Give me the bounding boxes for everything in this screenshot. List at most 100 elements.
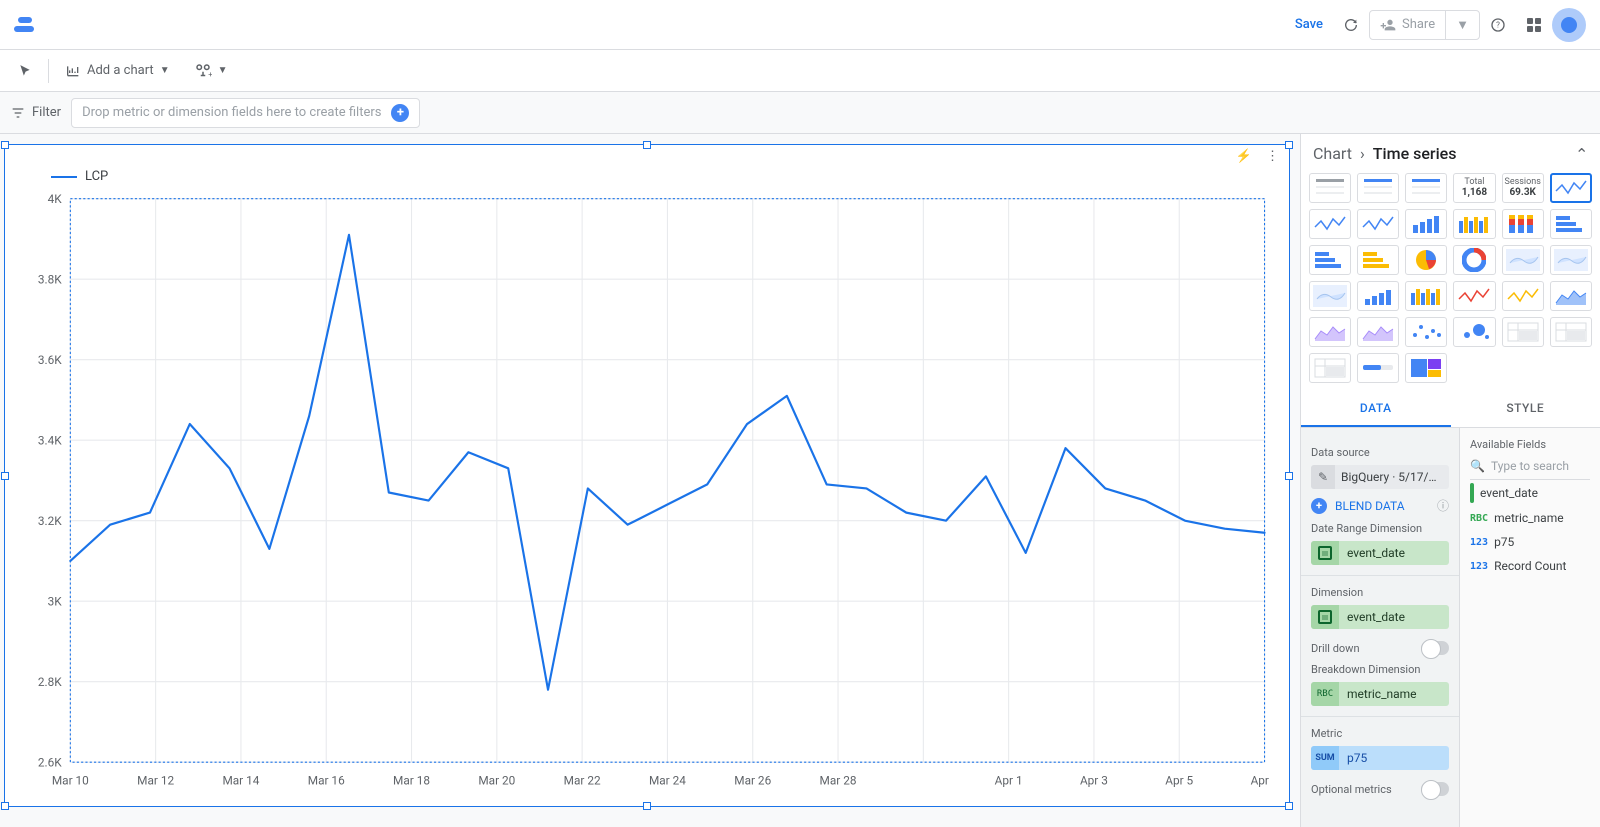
chart-type-scorecard[interactable]: Total1,168 [1453,173,1495,203]
collapse-panel-button[interactable]: ⌄ [1575,144,1588,163]
chart-type-pivot[interactable] [1550,317,1592,347]
tab-data[interactable]: DATA [1301,391,1451,427]
chart-type-timeseries[interactable] [1550,173,1592,203]
refresh-button[interactable] [1333,7,1369,43]
community-viz-icon: + [194,62,212,80]
legend-label: LCP [85,169,108,184]
svg-text:Apr 5: Apr 5 [1165,773,1193,787]
chart-type-donut[interactable] [1453,245,1495,275]
filter-dropzone[interactable]: Drop metric or dimension fields here to … [71,98,420,128]
realtime-icon[interactable]: ⚡ [1236,149,1252,164]
resize-handle[interactable] [643,141,651,149]
svg-text:Mar 12: Mar 12 [137,773,174,787]
chart-type-bar[interactable] [1453,209,1495,239]
chart-type-combo[interactable] [1357,281,1399,311]
chart-type-scatter[interactable] [1405,317,1447,347]
apps-icon [1527,18,1541,32]
svg-text:Mar 20: Mar 20 [478,773,515,787]
svg-text:Mar 14: Mar 14 [222,773,259,787]
chart-type-pivot[interactable] [1502,317,1544,347]
chart-type-bar-stacked[interactable] [1502,209,1544,239]
filter-bar: Filter Drop metric or dimension fields h… [0,92,1600,134]
chart-type-bar[interactable] [1405,209,1447,239]
chart-type-area[interactable] [1550,281,1592,311]
field-event-date[interactable]: event_date [1470,480,1590,506]
chart-type-area[interactable] [1357,317,1399,347]
chart-type-geo[interactable] [1550,245,1592,275]
svg-text:Mar 18: Mar 18 [393,773,430,787]
chart-type-pivot[interactable] [1309,353,1351,383]
help-icon: ? [1490,15,1506,35]
dimension-chip[interactable]: event_date [1311,605,1449,629]
chart-type-hbar[interactable] [1309,245,1351,275]
resize-handle[interactable] [1,141,9,149]
field-p75[interactable]: 123p75 [1470,530,1590,554]
select-tool[interactable] [10,60,40,82]
resize-handle[interactable] [1285,141,1293,149]
chart-type-geo[interactable] [1309,281,1351,311]
tab-style[interactable]: STYLE [1451,391,1600,427]
chart-type-table[interactable] [1357,173,1399,203]
chart-type-area[interactable] [1309,317,1351,347]
chart-type-table[interactable] [1309,173,1351,203]
apps-button[interactable] [1516,7,1552,43]
resize-handle[interactable] [1,472,9,480]
resize-handle[interactable] [1285,472,1293,480]
chart-type-treemap[interactable] [1405,353,1447,383]
chart-type-line[interactable] [1453,281,1495,311]
data-source-chip[interactable]: ✎ BigQuery · 5/17/2… [1311,465,1449,489]
chart-type-combo[interactable] [1405,281,1447,311]
chart-type-hbar[interactable] [1550,209,1592,239]
calendar-icon [1470,485,1474,501]
chart-type-smooth[interactable] [1357,209,1399,239]
legend-swatch [51,176,77,178]
properties-panel: Chart › Time series ⌄ Total1,168Sessions… [1300,134,1600,827]
app-logo [14,13,38,37]
panel-breadcrumb: Chart › Time series ⌄ [1301,134,1600,173]
data-config: Data source ✎ BigQuery · 5/17/2… + BLEND… [1301,428,1460,827]
add-chart-button[interactable]: Add a chart▼ [57,59,178,83]
selected-chart[interactable]: ⚡ ⋮ LCP 2.6K2.8K3K3.2K3.4K3.6K3.8K4KMar … [4,144,1290,807]
optional-metrics-toggle[interactable] [1421,782,1449,796]
add-filter-icon: + [391,104,409,122]
resize-handle[interactable] [1285,802,1293,810]
chart-type-bubble[interactable] [1453,317,1495,347]
help-button[interactable]: ? [1480,7,1516,43]
svg-text:Mar 22: Mar 22 [564,773,601,787]
chart-type-spark[interactable] [1309,209,1351,239]
svg-text:3.2K: 3.2K [38,514,62,528]
community-viz-button[interactable]: + ▼ [186,58,236,84]
cursor-icon [18,64,32,78]
account-avatar[interactable] [1552,8,1586,42]
breakdown-dimension-chip[interactable]: RBC metric_name [1311,682,1449,706]
fields-search[interactable]: 🔍 Type to search [1470,457,1590,480]
chart-type-table[interactable] [1405,173,1447,203]
metric-chip[interactable]: SUM p75 [1311,746,1449,770]
chart-type-geo[interactable] [1502,245,1544,275]
chart-type-line[interactable] [1502,281,1544,311]
share-dropdown[interactable]: Share ▼ [1369,10,1480,40]
field-record-count[interactable]: 123Record Count [1470,554,1590,578]
resize-handle[interactable] [643,802,651,810]
editor-toolbar: Add a chart▼ + ▼ [0,50,1600,92]
filter-label: Filter [10,105,61,121]
sum-agg-icon: SUM [1311,746,1339,770]
chart-plot: 2.6K2.8K3K3.2K3.4K3.6K3.8K4KMar 10Mar 12… [23,192,1271,791]
chart-more-icon[interactable]: ⋮ [1266,149,1279,164]
resize-handle[interactable] [1,802,9,810]
svg-text:Apr 3: Apr 3 [1080,773,1108,787]
info-icon[interactable]: ⓘ [1437,497,1449,514]
canvas[interactable]: ⚡ ⋮ LCP 2.6K2.8K3K3.2K3.4K3.6K3.8K4KMar … [0,134,1300,827]
chart-type-scorecard[interactable]: Sessions69.3K [1502,173,1544,203]
calendar-icon [1311,541,1339,565]
chart-type-bullet[interactable] [1357,353,1399,383]
chart-type-pie[interactable] [1405,245,1447,275]
chart-type-hbar[interactable] [1357,245,1399,275]
blend-data-button[interactable]: + BLEND DATA ⓘ [1311,497,1449,514]
field-metric-name[interactable]: RBCmetric_name [1470,506,1590,530]
svg-text:Mar 24: Mar 24 [649,773,686,787]
save-button[interactable]: Save [1285,11,1333,38]
date-range-dimension-chip[interactable]: event_date [1311,541,1449,565]
svg-text:3.8K: 3.8K [38,272,62,286]
drill-down-toggle[interactable] [1421,641,1449,655]
